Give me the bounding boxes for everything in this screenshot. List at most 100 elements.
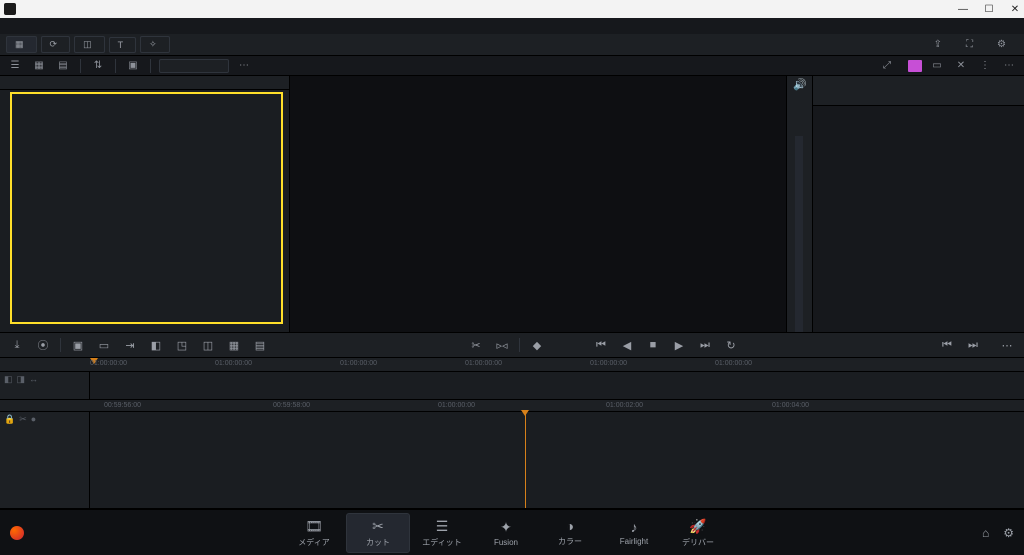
track-lock-icon[interactable]: 🔒 (4, 414, 15, 425)
page-deliver-icon: 🚀 (689, 518, 706, 535)
media-pool-droparea[interactable] (0, 90, 289, 332)
transport-next-icon[interactable]: ⏭ (696, 339, 714, 352)
page-fusion[interactable]: ✦ Fusion (474, 513, 538, 553)
clip-color-swatch[interactable] (908, 60, 922, 72)
page-color[interactable]: ◑カラー (538, 513, 602, 553)
quick-export-button[interactable]: ⇪ (926, 37, 954, 52)
tool-dissolve-icon[interactable]: ▹◃ (493, 339, 511, 352)
page-fairlight[interactable]: ♪Fairlight (602, 513, 666, 553)
page-edit[interactable]: ☰エディット (410, 513, 474, 553)
tab-effects[interactable]: ✧ (140, 36, 170, 53)
tab-syncbin[interactable]: ⟳ (41, 36, 71, 53)
tool-append-icon[interactable]: ▭ (95, 339, 113, 352)
lower-track-body[interactable] (90, 412, 1024, 508)
export-icon: ⇪ (934, 39, 942, 50)
page-color-icon: ◑ (566, 518, 574, 534)
view-grid-icon[interactable]: ▣ (124, 58, 142, 74)
timeline-panel: 01:00:00:00 01:00:00:00 01:00:00:00 01:00:0… (0, 358, 1024, 509)
tool-split-icon[interactable]: ✂ (467, 339, 485, 352)
ruler2-mark: 00:59:56:00 (104, 402, 141, 409)
guides-icon[interactable]: ✕ (952, 58, 970, 74)
tool-closeup-icon[interactable]: ◧ (147, 339, 165, 352)
tool-replace-icon[interactable]: ▤ (251, 339, 269, 352)
track-tool-1-icon[interactable]: ◧ (4, 374, 13, 385)
fullscreen-icon: ⛶ (966, 39, 973, 50)
page-edit-icon: ☰ (436, 518, 449, 535)
tool-record-icon[interactable]: ⦿ (34, 337, 52, 353)
transport-loop-icon[interactable]: ↻ (722, 339, 740, 352)
page-cut-label: カット (366, 537, 390, 548)
transport-stop-icon[interactable]: ■ (644, 339, 662, 351)
inspector-panel (812, 76, 1024, 332)
track-tool-3-icon[interactable]: ↔ (29, 374, 38, 384)
view-thumb-icon[interactable]: ▦ (30, 58, 48, 74)
tool-markers-icon[interactable]: ◆ (528, 339, 546, 352)
ruler-mark: 01:00:00:00 (590, 360, 627, 367)
project-settings-button[interactable]: ⚙ (1003, 526, 1014, 540)
ruler2-mark: 00:59:58:00 (273, 402, 310, 409)
minimize-button[interactable]: — (958, 4, 968, 14)
options-icon[interactable]: ⋯ (235, 58, 253, 74)
ruler-mark: 01:00:00:00 (465, 360, 502, 367)
ruler-mark: 01:00:00:00 (340, 360, 377, 367)
tool-smartinsert-icon[interactable]: ▣ (69, 339, 87, 352)
page-cut[interactable]: ✂カット (346, 513, 410, 553)
track-cut-icon[interactable]: ✂ (19, 414, 27, 425)
ruler2-mark: 01:00:02:00 (606, 402, 643, 409)
mediapool-icon: ▦ (15, 39, 24, 50)
timeline-ruler-lower[interactable]: 00:59:56:0000:59:58:0001:00:00:0001:00:0… (0, 400, 1024, 412)
view-strip-icon[interactable]: ▤ (54, 58, 72, 74)
transitions-icon: ◫ (83, 39, 92, 50)
page-fusion-label: Fusion (494, 538, 518, 547)
tool-placeon-icon[interactable]: ◳ (173, 339, 191, 352)
volume-icon[interactable]: 🔊 (793, 78, 807, 91)
playhead[interactable] (525, 412, 526, 508)
sort-icon[interactable]: ⇅ (89, 58, 107, 74)
media-pool-header[interactable] (0, 76, 289, 90)
track-tool-2-icon[interactable]: ◨ (17, 374, 26, 385)
tab-titles[interactable]: T (109, 37, 137, 53)
search-input[interactable] (159, 59, 229, 73)
home-button[interactable]: ⌂ (982, 526, 989, 540)
resolve-logo-icon (10, 526, 24, 540)
ruler2-mark: 01:00:04:00 (772, 402, 809, 409)
view-list-icon[interactable]: ☰ (6, 58, 24, 74)
safe-area-icon[interactable]: ▭ (928, 58, 946, 74)
more-icon[interactable]: ⋯ (1000, 58, 1018, 74)
inspector-button[interactable]: ⚙ (989, 37, 1018, 52)
tool-overwrite-icon[interactable]: ▦ (225, 339, 243, 352)
menu-dots-icon[interactable]: ⋮ (976, 58, 994, 74)
os-titlebar: — ☐ ✕ (0, 0, 1024, 18)
transport-jumpend-icon[interactable]: ⏭ (964, 339, 982, 352)
close-button[interactable]: ✕ (1010, 4, 1020, 14)
viewer-panel: 🔊 (290, 76, 812, 332)
timeline-ruler-upper[interactable]: 01:00:00:00 01:00:00:00 01:00:00:00 01:00:0… (0, 358, 1024, 372)
tool-ripple-icon[interactable]: ⇥ (121, 339, 139, 352)
tab-mediapool[interactable]: ▦ (6, 36, 37, 53)
tool-import-icon[interactable]: ⤓ (8, 339, 26, 352)
audio-meter-lane: 🔊 (786, 76, 812, 332)
page-deliver[interactable]: 🚀デリバー (666, 513, 730, 553)
upper-track-body[interactable] (90, 372, 1024, 399)
media-pool-panel (0, 76, 290, 332)
page-fusion-icon: ✦ (500, 519, 512, 536)
page-media[interactable]: 🎞メディア (282, 513, 346, 553)
timeline-options-icon[interactable]: ⋯ (998, 339, 1016, 352)
viewer-canvas[interactable] (290, 76, 786, 332)
ruler-mark: 01:00:00:00 (215, 360, 252, 367)
effects-icon: ✧ (149, 39, 157, 50)
page-nav: 🎞メディア✂カット☰エディット ✦ Fusion ◑カラー♪Fairlight🚀デリバ… (0, 509, 1024, 555)
transport-jumpstart-icon[interactable]: ⏮ (938, 339, 956, 352)
transport-prev-icon[interactable]: ⏮ (592, 339, 610, 352)
transport-play-icon[interactable]: ▶ (670, 339, 688, 352)
fullscreen-button[interactable]: ⛶ (958, 37, 985, 52)
zoom-fit-icon[interactable]: ⤢ (878, 58, 896, 74)
tool-source-icon[interactable]: ◫ (199, 339, 217, 352)
maximize-button[interactable]: ☐ (984, 4, 994, 14)
page-fairlight-icon: ♪ (630, 519, 637, 535)
track-enable-icon[interactable]: ● (31, 414, 36, 424)
timeline-toolbar: ⤓ ⦿ ▣ ▭ ⇥ ◧ ◳ ◫ ▦ ▤ ✂ ▹◃ ◆ ⏮ ◀ ■ ▶ ⏭ ↻ ⏮… (0, 332, 1024, 358)
tab-transitions[interactable]: ◫ (74, 36, 105, 53)
inspector-icon: ⚙ (997, 39, 1006, 50)
transport-rev-icon[interactable]: ◀ (618, 339, 636, 352)
